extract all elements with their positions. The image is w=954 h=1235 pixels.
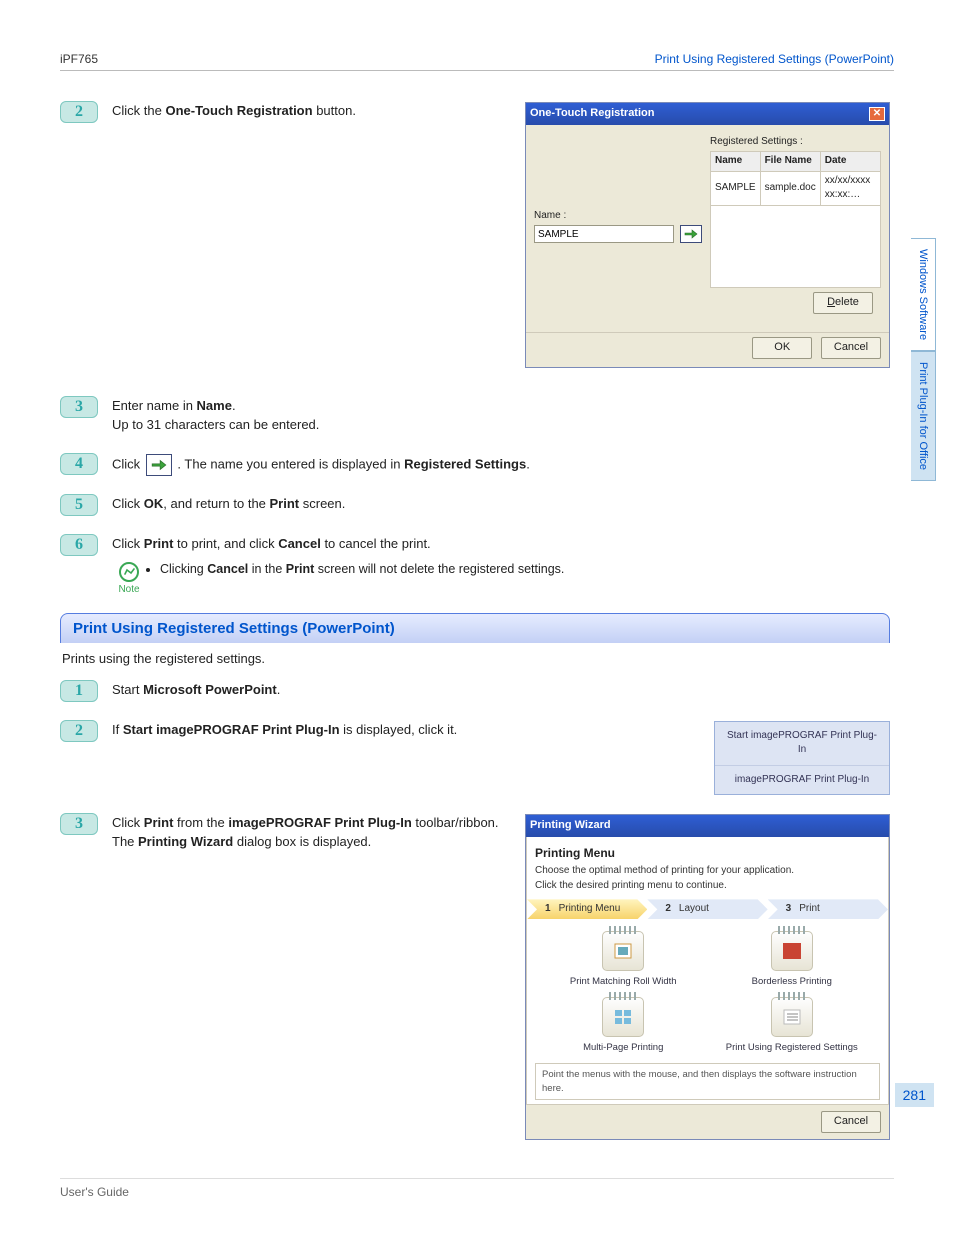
header-left: iPF765 [60, 52, 98, 66]
close-icon[interactable]: ✕ [869, 107, 885, 121]
note-icon: Note [112, 562, 146, 595]
one-touch-registration-dialog: One-Touch Registration ✕ Name : [525, 102, 890, 368]
dialog-title: Printing Wizard [530, 818, 611, 834]
col-name: Name [711, 152, 761, 172]
step-badge: 2 [60, 101, 98, 123]
col-filename: File Name [760, 152, 820, 172]
page-footer: User's Guide [60, 1178, 894, 1199]
tab-print-plugin-for-office[interactable]: Print Plug-In for Office [911, 351, 936, 481]
registered-settings-table[interactable]: Name File Name Date SAMPLE sample.doc xx… [710, 151, 881, 206]
breadcrumb-step-2: 2Layout [647, 899, 767, 919]
header-right-link[interactable]: Print Using Registered Settings (PowerPo… [655, 52, 894, 66]
registered-settings-label: Registered Settings : [710, 135, 881, 150]
notebook-icon [602, 997, 644, 1037]
step-text: Click . The name you entered is displaye… [112, 453, 890, 476]
cancel-button[interactable]: Cancel [821, 337, 881, 359]
wizard-breadcrumb: 1Printing Menu 2Layout 3Print [527, 899, 888, 919]
table-row[interactable]: SAMPLE sample.doc xx/xx/xxxx xx:xx:… [711, 171, 881, 205]
step-badge: 3 [60, 813, 98, 835]
notebook-icon [602, 931, 644, 971]
section-subtext: Prints using the registered settings. [62, 651, 890, 666]
printing-wizard-dialog: Printing Wizard Printing Menu Choose the… [525, 814, 890, 1140]
notebook-icon [771, 997, 813, 1037]
page-header: iPF765 Print Using Registered Settings (… [60, 52, 894, 71]
wizard-subtext: Choose the optimal method of printing fo… [535, 864, 880, 879]
start-plugin-button[interactable]: Start imagePROGRAF Print Plug-In [715, 722, 889, 765]
arrow-right-icon[interactable] [146, 454, 172, 476]
note-block: Note Clicking Cancel in the Print screen… [112, 562, 890, 595]
step-badge: 6 [60, 534, 98, 556]
delete-button[interactable]: Delete [813, 292, 873, 314]
step-badge: 3 [60, 396, 98, 418]
arrow-right-icon[interactable] [680, 225, 702, 243]
col-date: Date [820, 152, 880, 172]
side-tabs: Windows Software Print Plug-In for Offic… [911, 238, 936, 481]
dialog-title: One-Touch Registration [530, 106, 654, 122]
breadcrumb-step-1: 1Printing Menu [527, 899, 647, 919]
step-text: Click Print to print, and click Cancel t… [112, 534, 890, 554]
step-badge: 2 [60, 720, 98, 742]
cancel-button[interactable]: Cancel [821, 1111, 881, 1133]
option-print-matching-roll-width[interactable]: Print Matching Roll Width [549, 931, 698, 989]
plugin-toolbar-screenshot: Start imagePROGRAF Print Plug-In imagePR… [714, 721, 890, 796]
step-text: Printing Wizard Printing Menu Choose the… [112, 813, 890, 1150]
option-multi-page-printing[interactable]: Multi-Page Printing [549, 997, 698, 1055]
ok-button[interactable]: OK [752, 337, 812, 359]
wizard-subtext: Click the desired printing menu to conti… [535, 879, 880, 894]
breadcrumb-step-3: 3Print [768, 899, 888, 919]
step-text: One-Touch Registration ✕ Name : [112, 101, 890, 378]
step-text: Enter name in Name. Up to 31 characters … [112, 396, 890, 435]
name-input[interactable] [534, 225, 674, 243]
step-text: Start Microsoft PowerPoint. [112, 680, 890, 700]
step-text: Click OK, and return to the Print screen… [112, 494, 890, 514]
wizard-heading: Printing Menu [535, 845, 880, 862]
step-badge: 4 [60, 453, 98, 475]
tab-windows-software[interactable]: Windows Software [911, 238, 936, 351]
option-print-using-registered-settings[interactable]: Print Using Registered Settings [718, 997, 867, 1055]
notebook-icon [771, 931, 813, 971]
section-heading: Print Using Registered Settings (PowerPo… [60, 613, 890, 643]
preview-placeholder [534, 135, 704, 205]
wizard-hint: Point the menus with the mouse, and then… [535, 1063, 880, 1101]
option-borderless-printing[interactable]: Borderless Printing [718, 931, 867, 989]
name-label: Name : [534, 209, 704, 224]
step-badge: 1 [60, 680, 98, 702]
plugin-label: imagePROGRAF Print Plug-In [715, 765, 889, 795]
step-badge: 5 [60, 494, 98, 516]
step-text: Start imagePROGRAF Print Plug-In imagePR… [112, 720, 890, 796]
page-number: 281 [895, 1083, 934, 1107]
